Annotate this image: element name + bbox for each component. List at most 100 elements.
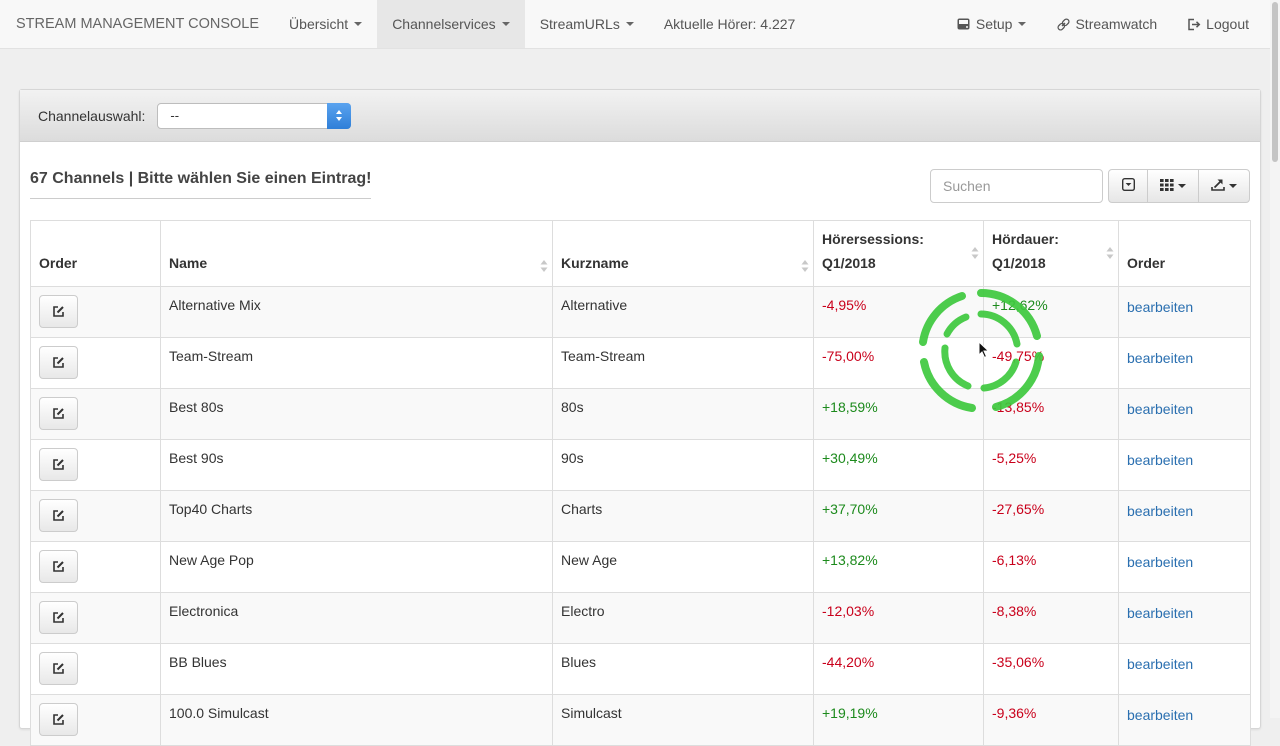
- channel-name: Electronica: [169, 603, 239, 619]
- table-row[interactable]: Best 80s 80s +18,59% -13,85% bearbeiten: [30, 388, 1251, 440]
- col-duration-label-1: Hördauer:: [992, 231, 1059, 247]
- channel-shortname: Charts: [561, 501, 603, 517]
- channel-name-cell: Best 80s: [160, 388, 553, 440]
- edit-row-button[interactable]: [39, 550, 78, 583]
- sessions-change-cell: -75,00%: [813, 337, 984, 389]
- chevron-down-icon: [1178, 184, 1186, 188]
- channel-shortname: 80s: [561, 399, 584, 415]
- edit-row-button[interactable]: [39, 499, 78, 532]
- edit-row-button[interactable]: [39, 295, 78, 328]
- table-row[interactable]: BB Blues Blues -44,20% -35,06% bearbeiten: [30, 643, 1251, 695]
- edit-link[interactable]: bearbeiten: [1127, 656, 1193, 672]
- brand-title[interactable]: STREAM MANAGEMENT CONSOLE: [0, 0, 274, 48]
- channel-name: Best 90s: [169, 450, 224, 466]
- channel-name-cell: New Age Pop: [160, 541, 553, 593]
- col-sessions[interactable]: Hörersessions: Q1/2018: [813, 220, 984, 287]
- col-duration-label-2: Q1/2018: [992, 255, 1046, 271]
- col-shortname-label: Kurzname: [561, 255, 629, 271]
- search-input[interactable]: [930, 169, 1103, 203]
- channel-name: 100.0 Simulcast: [169, 705, 269, 721]
- edit-row-button[interactable]: [39, 346, 78, 379]
- edit-icon: [53, 306, 64, 317]
- channel-panel: Channelauswahl: -- 67 Channels | Bitte w…: [19, 89, 1261, 746]
- nav-streamwatch[interactable]: Streamwatch: [1041, 0, 1172, 48]
- nav-logout[interactable]: Logout: [1172, 0, 1264, 48]
- edit-row-button[interactable]: [39, 601, 78, 634]
- order-cell: [30, 490, 161, 542]
- table-row[interactable]: Top40 Charts Charts +37,70% -27,65% bearbeit…: [30, 490, 1251, 542]
- channel-name-cell: Top40 Charts: [160, 490, 553, 542]
- channel-name-cell: Alternative Mix: [160, 286, 553, 338]
- channel-shortname-cell: Simulcast: [552, 694, 814, 746]
- scrollbar-thumb[interactable]: [1272, 2, 1278, 162]
- edit-icon: [53, 663, 64, 674]
- nav-logout-label: Logout: [1206, 16, 1249, 32]
- table-header-row: Order Name Kurzname Hörersessions: Q1/20…: [30, 220, 1251, 287]
- table-tools: [1108, 169, 1250, 203]
- nav-streamurls[interactable]: StreamURLs: [525, 0, 649, 48]
- edit-icon: [53, 408, 64, 419]
- channel-name-cell: Electronica: [160, 592, 553, 644]
- edit-row-button[interactable]: [39, 703, 78, 736]
- page-scrollbar[interactable]: [1270, 0, 1280, 718]
- nav-streamurls-label: StreamURLs: [539, 16, 620, 32]
- edit-link[interactable]: bearbeiten: [1127, 605, 1193, 621]
- table-row[interactable]: Electronica Electro -12,03% -8,38% bearbeite…: [30, 592, 1251, 644]
- duration-change: -13,85%: [992, 399, 1045, 415]
- col-duration[interactable]: Hördauer: Q1/2018: [983, 220, 1119, 287]
- col-shortname[interactable]: Kurzname: [552, 220, 814, 287]
- sessions-change: +19,19%: [822, 705, 878, 721]
- order-cell: [30, 286, 161, 338]
- channel-name: BB Blues: [169, 654, 227, 670]
- channel-select-value: --: [170, 108, 180, 123]
- sort-icon: [801, 260, 809, 272]
- nav-uebersicht[interactable]: Übersicht: [274, 0, 377, 48]
- chevron-down-icon: [1018, 22, 1027, 26]
- edit-icon: [53, 612, 64, 623]
- edit-link[interactable]: bearbeiten: [1127, 452, 1193, 468]
- table-row[interactable]: Team-Stream Team-Stream -75,00% -49,75% bear…: [30, 337, 1251, 389]
- order-cell: [30, 337, 161, 389]
- action-cell: bearbeiten: [1118, 490, 1251, 542]
- collapse-icon: [1121, 177, 1135, 194]
- edit-link[interactable]: bearbeiten: [1127, 401, 1193, 417]
- table-row[interactable]: 100.0 Simulcast Simulcast +19,19% -9,36% bea…: [30, 694, 1251, 746]
- sessions-change-cell: -12,03%: [813, 592, 984, 644]
- channel-select[interactable]: --: [157, 102, 352, 129]
- edit-row-button[interactable]: [39, 652, 78, 685]
- sessions-change-cell: +13,82%: [813, 541, 984, 593]
- hdd-icon: [957, 17, 971, 31]
- top-navbar: STREAM MANAGEMENT CONSOLE Übersicht Chan…: [0, 0, 1270, 49]
- channel-shortname: 90s: [561, 450, 584, 466]
- channel-shortname-cell: Electro: [552, 592, 814, 644]
- edit-row-button[interactable]: [39, 397, 78, 430]
- table-row[interactable]: Best 90s 90s +30,49% -5,25% bearbeiten: [30, 439, 1251, 491]
- sessions-change: -75,00%: [822, 348, 875, 364]
- edit-link[interactable]: bearbeiten: [1127, 554, 1193, 570]
- col-name[interactable]: Name: [160, 220, 553, 287]
- select-arrows-icon: [327, 102, 352, 129]
- sessions-change: -12,03%: [822, 603, 875, 619]
- columns-button[interactable]: [1147, 169, 1199, 203]
- edit-link[interactable]: bearbeiten: [1127, 707, 1193, 723]
- table-row[interactable]: Alternative Mix Alternative -4,95% +12,62% b…: [30, 286, 1251, 338]
- action-cell: bearbeiten: [1118, 541, 1251, 593]
- toggle-view-button[interactable]: [1108, 169, 1148, 203]
- channel-shortname: Alternative: [561, 297, 628, 313]
- chevron-down-icon: [501, 22, 510, 26]
- duration-change-cell: -5,25%: [983, 439, 1119, 491]
- sessions-change-cell: -4,95%: [813, 286, 984, 338]
- edit-row-button[interactable]: [39, 448, 78, 481]
- nav-channelservices[interactable]: Channelservices: [377, 0, 525, 48]
- table-row[interactable]: New Age Pop New Age +13,82% -6,13% bearbeite…: [30, 541, 1251, 593]
- col-action-label: Order: [1127, 255, 1166, 271]
- edit-link[interactable]: bearbeiten: [1127, 299, 1193, 315]
- current-listeners: Aktuelle Hörer: 4.227: [649, 0, 811, 48]
- edit-link[interactable]: bearbeiten: [1127, 503, 1193, 519]
- channel-name: Team-Stream: [169, 348, 254, 364]
- sessions-change: -44,20%: [822, 654, 875, 670]
- edit-link[interactable]: bearbeiten: [1127, 350, 1193, 366]
- nav-setup[interactable]: Setup: [942, 0, 1042, 48]
- export-button[interactable]: [1198, 169, 1250, 203]
- action-cell: bearbeiten: [1118, 439, 1251, 491]
